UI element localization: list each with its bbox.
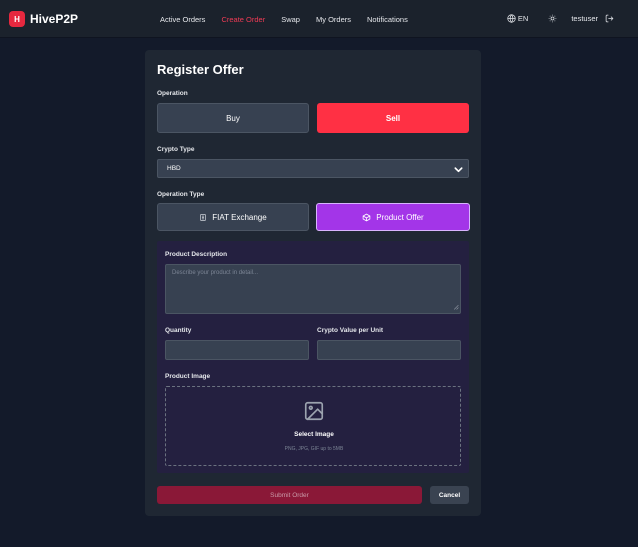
product-offer-button[interactable]: Product Offer bbox=[316, 203, 470, 231]
product-offer-label: Product Offer bbox=[376, 212, 424, 222]
theme-toggle[interactable] bbox=[548, 14, 557, 23]
submit-order-button[interactable]: Submit Order bbox=[157, 486, 422, 504]
crypto-type-value: HBD bbox=[167, 165, 181, 172]
image-hint: PNG, JPG, GIF up to 5MB bbox=[284, 446, 344, 452]
crypto-type-select[interactable]: HBD bbox=[157, 159, 469, 178]
buy-button[interactable]: Buy bbox=[157, 103, 309, 133]
chevron-down-icon bbox=[453, 164, 464, 175]
quantity-label: Quantity bbox=[165, 327, 192, 334]
nav-right: EN testuser bbox=[507, 14, 614, 23]
image-icon bbox=[303, 400, 325, 427]
quantity-input[interactable] bbox=[165, 340, 309, 360]
brand-logo[interactable]: H HiveP2P bbox=[9, 11, 78, 27]
nav-my-orders[interactable]: My Orders bbox=[316, 15, 351, 24]
nav-active-orders[interactable]: Active Orders bbox=[160, 15, 205, 24]
product-image-label: Product Image bbox=[165, 373, 211, 380]
language-selector[interactable]: EN bbox=[507, 14, 528, 23]
crypto-type-label: Crypto Type bbox=[157, 146, 195, 153]
sell-button[interactable]: Sell bbox=[317, 103, 469, 133]
product-description-placeholder: Describe your product in detail... bbox=[172, 270, 259, 276]
product-description-input[interactable]: Describe your product in detail... bbox=[165, 264, 461, 314]
box-icon bbox=[362, 213, 371, 222]
username[interactable]: testuser bbox=[571, 14, 598, 23]
fiat-exchange-label: FIAT Exchange bbox=[212, 212, 267, 222]
image-dropzone[interactable]: Select Image PNG, JPG, GIF up to 5MB bbox=[165, 386, 461, 466]
resize-handle-icon[interactable] bbox=[453, 304, 459, 312]
logo-icon: H bbox=[9, 11, 25, 27]
top-navbar: H HiveP2P Active Orders Create Order Swa… bbox=[0, 0, 638, 38]
document-icon bbox=[199, 213, 207, 222]
crypto-value-label: Crypto Value per Unit bbox=[317, 327, 384, 334]
fiat-exchange-button[interactable]: FIAT Exchange bbox=[157, 203, 309, 231]
crypto-value-input[interactable] bbox=[317, 340, 461, 360]
operation-type-label: Operation Type bbox=[157, 191, 205, 198]
operation-label: Operation bbox=[157, 90, 188, 97]
language-label: EN bbox=[517, 14, 529, 23]
page-title: Register Offer bbox=[157, 62, 244, 77]
brand-name: HiveP2P bbox=[30, 12, 79, 26]
globe-icon bbox=[507, 14, 516, 23]
nav-create-order[interactable]: Create Order bbox=[221, 15, 265, 24]
register-offer-card: Register Offer Operation Buy Sell Crypto… bbox=[145, 50, 481, 516]
sun-icon bbox=[549, 14, 557, 23]
cancel-button[interactable]: Cancel bbox=[430, 486, 469, 504]
nav-swap[interactable]: Swap bbox=[281, 15, 300, 24]
nav-links: Active Orders Create Order Swap My Order… bbox=[160, 15, 424, 24]
logout-button[interactable] bbox=[605, 14, 614, 23]
product-description-label: Product Description bbox=[165, 251, 228, 258]
logout-icon bbox=[605, 14, 614, 23]
product-details-panel: Product Description Describe your produc… bbox=[157, 241, 469, 473]
select-image-label: Select Image bbox=[294, 431, 334, 438]
nav-notifications[interactable]: Notifications bbox=[367, 15, 408, 24]
